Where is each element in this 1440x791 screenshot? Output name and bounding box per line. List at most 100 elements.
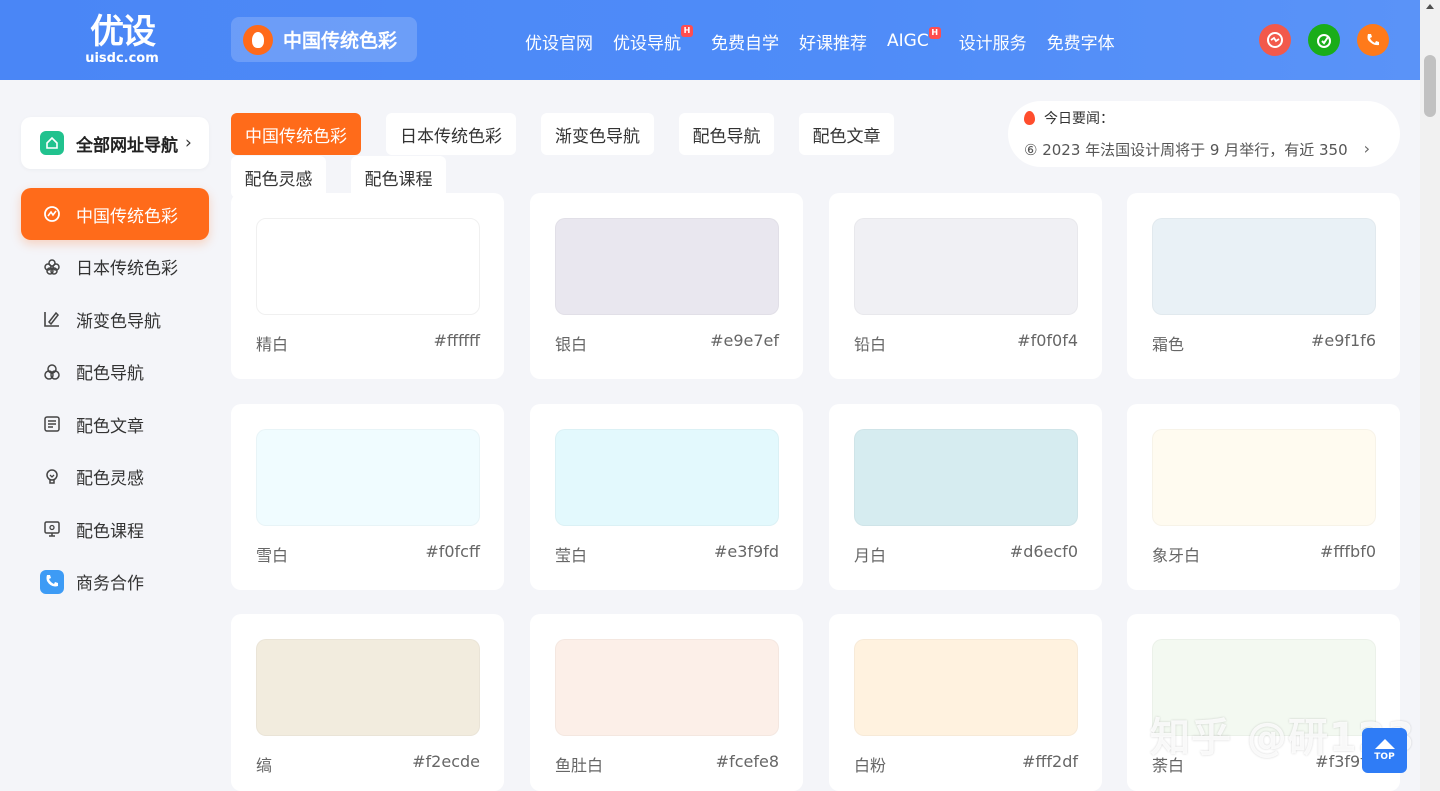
sidebar-item-gradient-nav[interactable]: 渐变色导航 <box>21 293 209 345</box>
back-to-top-label: TOP <box>1374 752 1395 762</box>
news-ticker[interactable]: 今日要闻： ⑥ 2023 年法国设计周将于 9 月举行，有近 350 › <box>1008 101 1400 167</box>
phone-icon <box>40 569 64 594</box>
chick-logo-icon <box>243 24 273 55</box>
tab-label: 配色灵感 <box>244 169 313 190</box>
color-swatch <box>1152 218 1376 315</box>
chevron-right-icon[interactable]: › <box>1364 139 1370 158</box>
tab-chinese-colors[interactable]: 中国传统色彩 <box>231 113 361 155</box>
nav-link-free-fonts[interactable]: 免费字体 <box>1047 29 1115 54</box>
page-scrollbar[interactable] <box>1420 0 1440 791</box>
hot-badge: H <box>928 27 941 39</box>
color-name: 精白 <box>256 335 289 354</box>
color-swatch <box>555 429 779 526</box>
color-circles-icon <box>42 362 62 382</box>
logo-sub-text: uisdc.com <box>85 51 159 66</box>
flower-icon <box>42 257 62 277</box>
tab-japanese-colors[interactable]: 日本传统色彩 <box>386 113 516 155</box>
arrow-up-icon <box>1374 739 1395 749</box>
nav-link-label: 优设官网 <box>525 33 593 54</box>
nav-link-free-learn[interactable]: 免费自学 <box>711 29 779 54</box>
nav-link-label: 设计服务 <box>958 33 1027 54</box>
sidebar-item-business[interactable]: 商务合作 <box>21 556 209 608</box>
color-swatch <box>555 639 779 736</box>
color-card[interactable]: 精白 #ffffff <box>231 193 504 379</box>
site-title-pill[interactable]: 中国传统色彩 <box>231 17 417 62</box>
color-name: 鱼肚白 <box>555 756 604 775</box>
course-icon <box>42 519 62 539</box>
top-bar: 优设 uisdc.com 中国传统色彩 优设官网 优设导航 H 免费自学 好课推荐… <box>0 0 1420 80</box>
color-hex: #f0f0f4 <box>1017 331 1078 350</box>
sidebar-item-color-articles[interactable]: 配色文章 <box>21 398 209 450</box>
color-card[interactable]: 月白 #d6ecf0 <box>829 404 1102 590</box>
tab-color-inspiration[interactable]: 配色灵感 <box>231 156 326 198</box>
tab-label: 配色导航 <box>692 126 761 147</box>
article-icon <box>42 414 62 434</box>
color-hex: #e9e7ef <box>710 331 779 350</box>
tab-color-courses[interactable]: 配色课程 <box>351 156 446 198</box>
feedback-button[interactable] <box>1259 24 1291 56</box>
chevron-right-icon: › <box>185 133 192 153</box>
wechat-button[interactable] <box>1308 24 1340 56</box>
sidebar-item-chinese-colors[interactable]: 中国传统色彩 <box>21 188 209 240</box>
color-hex: #f0fcff <box>425 542 480 561</box>
color-card[interactable]: 雪白 #f0fcff <box>231 404 504 590</box>
gradient-icon <box>42 309 62 329</box>
color-card[interactable]: 荼白 #f3f9f1 <box>1127 614 1400 791</box>
sidebar-item-color-courses[interactable]: 配色课程 <box>21 503 209 555</box>
color-card[interactable]: 鱼肚白 #fcefe8 <box>530 614 803 791</box>
nav-link-uisdc[interactable]: 优设官网 <box>525 29 593 54</box>
tab-color-nav[interactable]: 配色导航 <box>679 113 774 155</box>
nav-link-uisdc-nav[interactable]: 优设导航 H <box>613 24 693 54</box>
home-icon <box>40 131 64 155</box>
all-sites-nav-label: 全部网址导航 <box>76 135 178 156</box>
color-card[interactable]: 莹白 #e3f9fd <box>530 404 803 590</box>
lightbulb-icon <box>42 467 62 487</box>
nav-link-label: AIGC <box>887 31 929 51</box>
nav-link-courses[interactable]: 好课推荐 <box>799 29 867 54</box>
fire-icon <box>1024 111 1035 125</box>
color-card[interactable]: 缟 #f2ecde <box>231 614 504 791</box>
nav-link-design-service[interactable]: 设计服务 <box>959 29 1027 54</box>
nav-link-aigc[interactable]: AIGC H <box>887 27 941 51</box>
nav-link-label: 优设导航 <box>613 33 681 54</box>
tab-color-articles[interactable]: 配色文章 <box>799 113 894 155</box>
all-sites-nav-button[interactable]: 全部网址导航 › <box>21 117 209 169</box>
hot-badge: H <box>681 24 693 37</box>
color-card[interactable]: 银白 #e9e7ef <box>530 193 803 379</box>
sidebar-item-japanese-colors[interactable]: 日本传统色彩 <box>21 241 209 293</box>
site-logo[interactable]: 优设 uisdc.com <box>80 12 164 68</box>
tab-label: 渐变色导航 <box>555 126 640 147</box>
tab-gradient-nav[interactable]: 渐变色导航 <box>541 113 654 155</box>
color-swatch <box>854 639 1078 736</box>
phone-button[interactable] <box>1357 24 1389 56</box>
color-card[interactable]: 铅白 #f0f0f4 <box>829 193 1102 379</box>
color-hex: #fff2df <box>1021 752 1078 771</box>
color-hex: #e3f9fd <box>713 542 779 561</box>
sidebar-item-label: 配色导航 <box>76 364 144 384</box>
color-card[interactable]: 象牙白 #fffbf0 <box>1127 404 1400 590</box>
phone-icon <box>1367 34 1379 46</box>
color-swatch <box>256 429 480 526</box>
news-headline: ⑥ 2023 年法国设计周将于 9 月举行，有近 350 <box>1024 141 1348 159</box>
top-action-buttons <box>1259 24 1406 56</box>
color-name: 银白 <box>555 335 588 354</box>
feedback-icon <box>1267 32 1283 48</box>
sidebar-item-label: 商务合作 <box>76 574 144 594</box>
sidebar-item-color-inspiration[interactable]: 配色灵感 <box>21 451 209 503</box>
nav-link-label: 免费自学 <box>711 33 779 54</box>
color-hex: #e9f1f6 <box>1310 331 1376 350</box>
color-name: 月白 <box>854 546 887 565</box>
wechat-icon <box>1317 34 1331 48</box>
sidebar-item-color-nav[interactable]: 配色导航 <box>21 346 209 398</box>
color-hex: #f2ecde <box>412 752 480 771</box>
color-card[interactable]: 霜色 #e9f1f6 <box>1127 193 1400 379</box>
color-card[interactable]: 白粉 #fff2df <box>829 614 1102 791</box>
sidebar-item-label: 配色课程 <box>76 521 144 542</box>
color-swatch <box>256 218 480 315</box>
color-swatch <box>1152 429 1376 526</box>
color-hex: #ffffff <box>433 331 480 350</box>
tab-label: 日本传统色彩 <box>400 126 502 147</box>
scroll-thumb[interactable] <box>1424 55 1436 117</box>
back-to-top-button[interactable]: TOP <box>1362 728 1407 773</box>
scroll-up-arrow-icon[interactable] <box>1426 4 1434 9</box>
